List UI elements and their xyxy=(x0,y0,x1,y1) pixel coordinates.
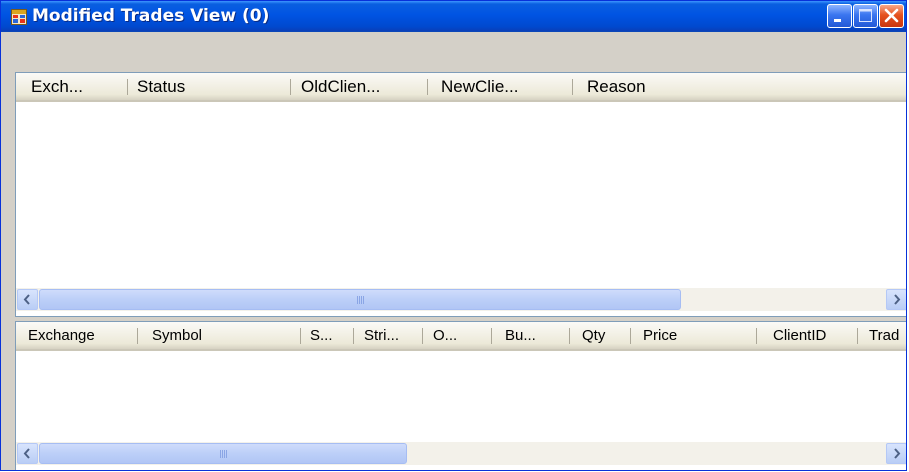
modified-trades-window: Modified Trades View (0) Exch... Status … xyxy=(0,0,907,471)
column-header[interactable]: Trad xyxy=(869,322,906,349)
column-divider[interactable] xyxy=(353,328,354,344)
column-divider[interactable] xyxy=(422,328,423,344)
grid-header: Exchange Symbol S... Stri... O... Bu... … xyxy=(16,322,906,351)
scroll-right-button[interactable] xyxy=(886,289,906,310)
column-header[interactable]: Stri... xyxy=(364,322,419,349)
scroll-grip-icon xyxy=(357,296,365,304)
modified-trades-grid[interactable]: Exch... Status OldClien... NewClie... Re… xyxy=(15,72,906,317)
maximize-button[interactable] xyxy=(853,4,878,28)
column-header[interactable]: OldClien... xyxy=(301,73,426,100)
column-divider[interactable] xyxy=(857,328,858,344)
column-divider[interactable] xyxy=(756,328,757,344)
chevron-right-icon xyxy=(894,294,901,305)
grid-header: Exch... Status OldClien... NewClie... Re… xyxy=(16,73,906,102)
column-divider[interactable] xyxy=(137,328,138,344)
scroll-left-button[interactable] xyxy=(17,443,38,464)
column-header[interactable]: Bu... xyxy=(505,322,569,349)
column-divider[interactable] xyxy=(630,328,631,344)
scroll-right-button[interactable] xyxy=(886,443,906,464)
close-icon xyxy=(884,8,899,23)
scroll-left-button[interactable] xyxy=(17,289,38,310)
column-header[interactable]: Status xyxy=(137,73,297,100)
column-header[interactable]: Exchange xyxy=(28,322,130,349)
column-header[interactable]: Reason xyxy=(587,73,787,100)
app-window-icon[interactable] xyxy=(11,9,27,25)
scroll-thumb[interactable] xyxy=(39,289,681,310)
column-header[interactable]: Qty xyxy=(582,322,632,349)
column-header[interactable]: S... xyxy=(310,322,355,349)
column-header[interactable]: ClientID xyxy=(773,322,857,349)
column-header[interactable]: NewClie... xyxy=(441,73,571,100)
column-header[interactable]: Symbol xyxy=(152,322,297,349)
scroll-grip-icon xyxy=(220,450,228,458)
minimize-button[interactable] xyxy=(827,4,852,28)
horizontal-scrollbar[interactable] xyxy=(16,442,906,465)
chevron-left-icon xyxy=(23,294,30,305)
column-divider[interactable] xyxy=(427,79,428,95)
column-divider[interactable] xyxy=(569,328,570,344)
maximize-icon xyxy=(859,9,872,22)
column-header[interactable]: Exch... xyxy=(31,73,127,100)
column-divider[interactable] xyxy=(572,79,573,95)
column-divider[interactable] xyxy=(300,328,301,344)
column-divider[interactable] xyxy=(290,79,291,95)
horizontal-scrollbar[interactable] xyxy=(16,288,906,311)
column-divider[interactable] xyxy=(491,328,492,344)
chevron-left-icon xyxy=(23,448,30,459)
column-header[interactable]: O... xyxy=(433,322,490,349)
window-title: Modified Trades View (0) xyxy=(32,6,270,26)
title-bar[interactable]: Modified Trades View (0) xyxy=(1,1,906,32)
chevron-right-icon xyxy=(894,448,901,459)
trade-details-grid[interactable]: Exchange Symbol S... Stri... O... Bu... … xyxy=(15,321,906,470)
minimize-icon xyxy=(834,19,841,22)
scroll-thumb[interactable] xyxy=(39,443,407,464)
column-header[interactable]: Price xyxy=(643,322,753,349)
column-divider[interactable] xyxy=(127,79,128,95)
close-button[interactable] xyxy=(879,4,904,28)
